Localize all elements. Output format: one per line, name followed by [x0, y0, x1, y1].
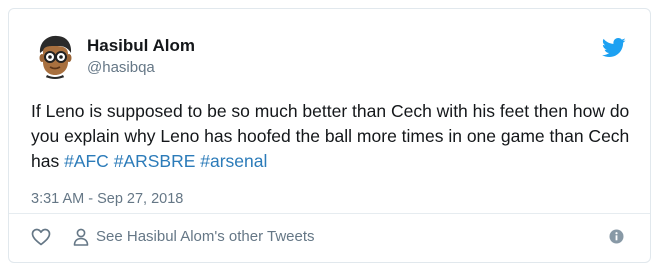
hashtag-link[interactable]: #AFC — [64, 151, 109, 171]
embedded-tweet-card: Hasibul Alom @hasibqa If Leno is suppose… — [8, 8, 651, 263]
info-icon[interactable] — [609, 229, 624, 244]
twitter-bird-icon[interactable] — [602, 38, 626, 58]
heart-icon[interactable] — [31, 228, 51, 246]
author-name[interactable]: Hasibul Alom — [87, 36, 195, 56]
hashtag-link[interactable]: #ARSBRE — [114, 151, 196, 171]
hashtag-link[interactable]: #arsenal — [200, 151, 267, 171]
page: Hasibul Alom @hasibqa If Leno is suppose… — [0, 0, 660, 273]
footer-divider — [9, 213, 650, 214]
avatar[interactable] — [31, 31, 79, 79]
person-icon[interactable] — [73, 228, 89, 246]
tweet-text: If Leno is supposed to be so much better… — [31, 99, 641, 174]
author-handle[interactable]: @hasibqa — [87, 59, 155, 77]
other-tweets-link[interactable]: See Hasibul Alom's other Tweets — [96, 228, 315, 246]
tweet-timestamp[interactable]: 3:31 AM - Sep 27, 2018 — [31, 190, 183, 208]
